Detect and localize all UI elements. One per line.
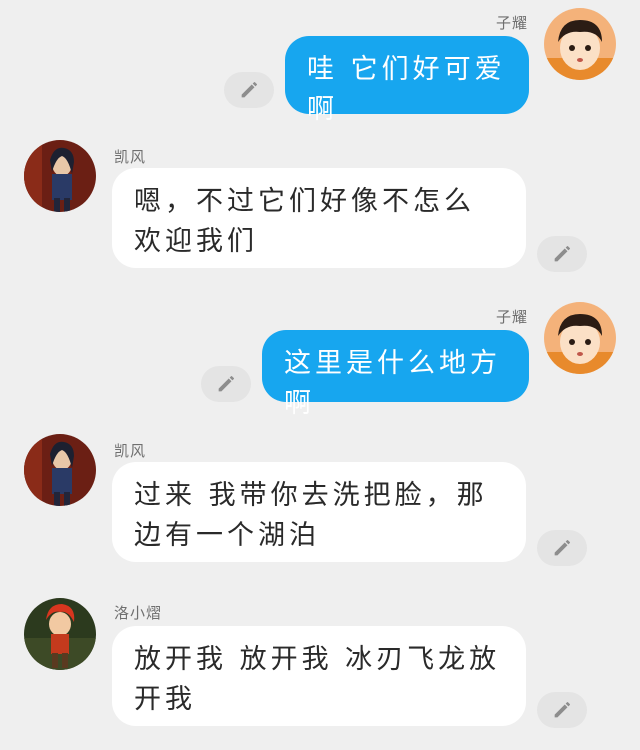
message-bubble[interactable]: 嗯，不过它们好像不怎么欢迎我们 [112, 168, 526, 268]
message-bubble[interactable]: 这里是什么地方啊 [262, 330, 529, 419]
ziyao-avatar[interactable] [544, 302, 616, 374]
sender-name: 子耀 [495, 308, 528, 326]
sender-name: 凯风 [114, 442, 147, 460]
message-text: 哇 它们好可爱啊 [307, 54, 506, 125]
ziyao-avatar[interactable] [544, 8, 616, 80]
edit-button[interactable] [224, 72, 274, 108]
edit-button[interactable] [537, 530, 587, 566]
kaifeng-avatar[interactable] [24, 140, 96, 212]
message-bubble[interactable]: 过来 我带你去洗把脸，那边有一个湖泊 [112, 462, 526, 562]
pencil-icon [218, 375, 235, 392]
luoxiaoyi-avatar[interactable] [24, 598, 96, 670]
pencil-icon [554, 245, 571, 262]
message-text: 这里是什么地方啊 [284, 348, 501, 419]
pencil-icon [241, 81, 258, 98]
edit-button[interactable] [537, 692, 587, 728]
pencil-icon [554, 701, 571, 718]
sender-name: 洛小熠 [114, 604, 163, 622]
message-bubble[interactable]: 放开我 放开我 冰刃飞龙放开我 [112, 626, 526, 726]
sender-name: 子耀 [495, 14, 528, 32]
kaifeng-avatar[interactable] [24, 434, 96, 506]
sender-name: 凯风 [114, 148, 147, 166]
message-text: 放开我 放开我 冰刃飞龙放开我 [134, 644, 501, 715]
message-text: 过来 我带你去洗把脸，那边有一个湖泊 [134, 480, 488, 551]
pencil-icon [554, 539, 571, 556]
message-bubble[interactable]: 哇 它们好可爱啊 [285, 36, 529, 125]
edit-button[interactable] [201, 366, 251, 402]
edit-button[interactable] [537, 236, 587, 272]
message-text: 嗯，不过它们好像不怎么欢迎我们 [134, 186, 475, 257]
